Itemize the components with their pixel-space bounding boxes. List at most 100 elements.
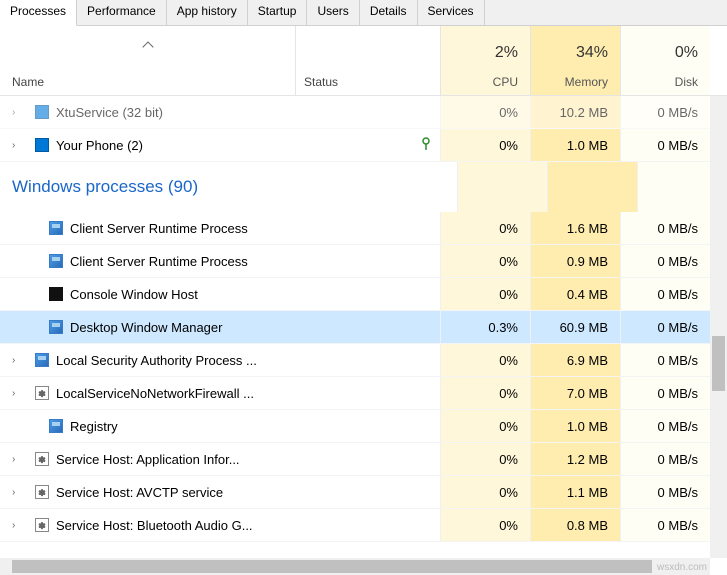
tab-app-history[interactable]: App history — [167, 0, 248, 25]
process-name: Client Server Runtime Process — [70, 254, 248, 269]
process-cpu-cell: 0% — [440, 212, 530, 244]
column-name-header[interactable]: Name — [0, 69, 295, 95]
process-memory-cell: 1.2 MB — [530, 443, 620, 475]
process-row[interactable]: ›Client Server Runtime Process0%0.9 MB0 … — [0, 245, 727, 278]
process-row[interactable]: ›Desktop Window Manager0.3%60.9 MB0 MB/s — [0, 311, 727, 344]
column-status-header[interactable]: Status — [295, 26, 440, 95]
gear-icon — [34, 385, 50, 401]
process-name-cell: ›LocalServiceNoNetworkFirewall ... — [0, 385, 440, 401]
process-cpu-cell: 0% — [440, 377, 530, 409]
process-row[interactable]: ›Client Server Runtime Process0%1.6 MB0 … — [0, 212, 727, 245]
tab-startup[interactable]: Startup — [248, 0, 308, 25]
gear-icon — [34, 517, 50, 533]
process-row[interactable]: › Service Host: Application Infor... 0%1.2… — [0, 443, 727, 476]
process-memory-cell: 6.9 MB — [530, 344, 620, 376]
process-name-cell: ›Client Server Runtime Process — [0, 253, 440, 269]
app-icon — [34, 104, 50, 120]
process-cpu-cell: 0% — [440, 245, 530, 277]
tab-processes[interactable]: Processes — [0, 0, 77, 26]
process-name: Registry — [70, 419, 118, 434]
process-disk-cell: 0 MB/s — [620, 212, 710, 244]
group-title: Windows processes (90) — [12, 177, 198, 197]
tab-users[interactable]: Users — [307, 0, 359, 25]
expand-chevron-icon[interactable]: › — [12, 388, 22, 399]
process-cpu-cell: 0% — [440, 344, 530, 376]
process-disk-cell: 0 MB/s — [620, 476, 710, 508]
vertical-scrollbar[interactable] — [710, 96, 727, 558]
process-memory-cell: 60.9 MB — [530, 311, 620, 343]
process-list: ›XtuService (32 bit)0%10.2 MB0 MB/s›Your… — [0, 96, 727, 542]
process-disk-cell: 0 MB/s — [620, 410, 710, 442]
process-disk-cell: 0 MB/s — [620, 129, 710, 161]
memory-label: Memory — [543, 75, 608, 89]
process-cpu-cell: 0% — [440, 509, 530, 541]
process-name-cell: ›Registry — [0, 418, 440, 434]
process-name-cell: › Local Security Authority Process ... — [0, 352, 440, 368]
expand-chevron-icon[interactable]: › — [12, 520, 22, 531]
process-memory-cell: 0.8 MB — [530, 509, 620, 541]
horizontal-scrollbar-thumb[interactable] — [12, 560, 652, 573]
process-cpu-cell: 0% — [440, 96, 530, 128]
process-memory-cell: 0.4 MB — [530, 278, 620, 310]
process-cpu-cell: 0% — [440, 443, 530, 475]
process-name: Console Window Host — [70, 287, 198, 302]
process-row[interactable]: › Service Host: Bluetooth Audio G... 0%0.8… — [0, 509, 727, 542]
process-row[interactable]: › Local Security Authority Process ... 0%6… — [0, 344, 727, 377]
column-disk-header[interactable]: 0% Disk — [620, 26, 710, 95]
process-disk-cell: 0 MB/s — [620, 245, 710, 277]
horizontal-scrollbar[interactable] — [0, 558, 710, 575]
process-row[interactable]: ›Service Host: AVCTP service0%1.1 MB0 MB… — [0, 476, 727, 509]
process-memory-cell: 1.1 MB — [530, 476, 620, 508]
process-cpu-cell: 0.3% — [440, 311, 530, 343]
process-name: Local Security Authority Process ... — [56, 353, 257, 368]
process-disk-cell: 0 MB/s — [620, 344, 710, 376]
process-group-header[interactable]: Windows processes (90) — [0, 162, 727, 212]
memory-percent: 34% — [543, 44, 608, 62]
process-disk-cell: 0 MB/s — [620, 509, 710, 541]
process-name: Client Server Runtime Process — [70, 221, 248, 236]
process-name-cell: ›XtuService (32 bit) — [0, 104, 440, 120]
win-icon — [48, 220, 64, 236]
vertical-scrollbar-thumb[interactable] — [712, 336, 725, 391]
collapse-all-chevron[interactable] — [0, 26, 295, 54]
console-icon — [48, 286, 64, 302]
process-row[interactable]: ›Registry0%1.0 MB0 MB/s — [0, 410, 727, 443]
process-memory-cell: 1.0 MB — [530, 129, 620, 161]
watermark: wsxdn.com — [657, 562, 707, 573]
win-icon — [48, 319, 64, 335]
win-icon — [48, 253, 64, 269]
leaf-icon — [420, 137, 432, 154]
expand-chevron-icon[interactable]: › — [12, 140, 22, 151]
process-name-cell: ›Desktop Window Manager — [0, 319, 440, 335]
process-disk-cell: 0 MB/s — [620, 377, 710, 409]
tab-services[interactable]: Services — [418, 0, 485, 25]
process-row[interactable]: ›XtuService (32 bit)0%10.2 MB0 MB/s — [0, 96, 727, 129]
process-row[interactable]: ›LocalServiceNoNetworkFirewall ...0%7.0 … — [0, 377, 727, 410]
process-row[interactable]: ›Console Window Host0%0.4 MB0 MB/s — [0, 278, 727, 311]
app-icon — [34, 137, 50, 153]
chevron-up-icon — [142, 41, 153, 52]
win-icon — [48, 418, 64, 434]
process-memory-cell: 1.6 MB — [530, 212, 620, 244]
expand-chevron-icon[interactable]: › — [12, 355, 22, 366]
cpu-percent: 2% — [453, 44, 518, 62]
disk-label: Disk — [633, 75, 698, 89]
tab-performance[interactable]: Performance — [77, 0, 167, 25]
process-disk-cell: 0 MB/s — [620, 96, 710, 128]
column-cpu-header[interactable]: 2% CPU — [440, 26, 530, 95]
column-memory-header[interactable]: 34% Memory — [530, 26, 620, 95]
process-disk-cell: 0 MB/s — [620, 443, 710, 475]
process-name: Service Host: Bluetooth Audio G... — [56, 518, 253, 533]
expand-chevron-icon[interactable]: › — [12, 454, 22, 465]
tab-details[interactable]: Details — [360, 0, 418, 25]
process-memory-cell: 0.9 MB — [530, 245, 620, 277]
column-headers: Name Status 2% CPU 34% Memory 0% Disk — [0, 26, 727, 96]
process-name: Service Host: Application Infor... — [56, 452, 240, 467]
process-cpu-cell: 0% — [440, 278, 530, 310]
expand-chevron-icon[interactable]: › — [12, 487, 22, 498]
process-name-cell: ›Service Host: AVCTP service — [0, 484, 440, 500]
process-name: Your Phone (2) — [56, 138, 143, 153]
process-row[interactable]: ›Your Phone (2)0%1.0 MB0 MB/s — [0, 129, 727, 162]
expand-chevron-icon[interactable]: › — [12, 107, 22, 118]
process-name-cell: › Service Host: Application Infor... — [0, 451, 440, 467]
